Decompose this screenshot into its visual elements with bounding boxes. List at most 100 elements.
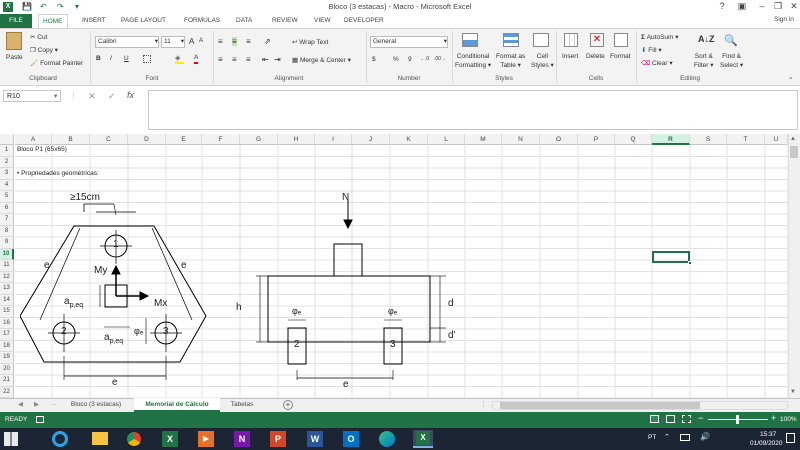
- clock-date[interactable]: 01/09/2020: [750, 440, 783, 447]
- row-header-3[interactable]: 3: [0, 168, 14, 180]
- tab-data[interactable]: DATA: [232, 14, 256, 28]
- zoom-level[interactable]: 100%: [780, 416, 797, 423]
- scroll-down-icon[interactable]: ▼: [790, 389, 796, 395]
- row-header-2[interactable]: 2: [0, 156, 14, 168]
- column-header-p[interactable]: P: [578, 134, 615, 145]
- font-color-button[interactable]: A: [194, 54, 199, 64]
- row-header-19[interactable]: 19: [0, 352, 14, 364]
- column-header-u[interactable]: U: [765, 134, 788, 145]
- language-indicator[interactable]: PT: [648, 434, 656, 441]
- close-button[interactable]: ✕: [784, 1, 800, 12]
- percent-button[interactable]: %: [393, 56, 399, 63]
- tab-developer[interactable]: DEVELOPER: [340, 14, 388, 28]
- pile-cap-plan-drawing[interactable]: [20, 190, 220, 390]
- normal-view-icon[interactable]: [650, 415, 659, 423]
- row-header-14[interactable]: 14: [0, 294, 14, 306]
- sheet-tab-bloco[interactable]: Bloco (3 estacas): [60, 398, 132, 412]
- column-header-n[interactable]: N: [502, 134, 540, 145]
- tab-insert[interactable]: INSERT: [78, 14, 110, 28]
- insert-cells-button[interactable]: Insert: [562, 53, 578, 60]
- orientation-icon[interactable]: ⇗: [264, 37, 271, 46]
- media-player-icon[interactable]: ▶: [198, 431, 214, 447]
- tray-chevron-icon[interactable]: ⌃: [664, 433, 670, 441]
- start-button-icon[interactable]: [4, 432, 18, 446]
- page-break-view-icon[interactable]: [682, 415, 691, 423]
- sort-filter-icon[interactable]: A↓Z: [698, 34, 715, 44]
- comma-button[interactable]: 9: [408, 56, 412, 63]
- column-header-g[interactable]: G: [240, 134, 278, 145]
- column-header-c[interactable]: C: [90, 134, 128, 145]
- column-header-h[interactable]: H: [278, 134, 315, 145]
- zoom-slider-thumb[interactable]: [736, 415, 739, 424]
- chrome-icon[interactable]: [126, 431, 142, 447]
- cell-a1[interactable]: Bloco P1 (65x65): [17, 146, 67, 153]
- delete-cells-icon[interactable]: ✕: [590, 33, 604, 47]
- sheet-tab-tabelas[interactable]: Tabelas: [222, 398, 262, 412]
- column-header-b[interactable]: B: [52, 134, 90, 145]
- excel-taskbar-icon[interactable]: X: [162, 431, 178, 447]
- vertical-scroll-thumb[interactable]: [790, 146, 798, 158]
- ribbon-options-icon[interactable]: ▣: [732, 1, 752, 12]
- pile-cap-section-drawing[interactable]: [240, 190, 470, 390]
- file-explorer-icon[interactable]: [92, 432, 108, 445]
- column-header-t[interactable]: T: [727, 134, 765, 145]
- word-icon[interactable]: W: [307, 431, 323, 447]
- tab-view[interactable]: VIEW: [310, 14, 335, 28]
- grow-font-button[interactable]: A: [189, 37, 194, 46]
- column-header-r[interactable]: R: [652, 134, 690, 145]
- column-header-j[interactable]: J: [352, 134, 390, 145]
- cell-styles-icon[interactable]: [533, 33, 549, 47]
- name-box-dropdown-icon[interactable]: ▾: [54, 92, 57, 100]
- format-cells-button[interactable]: Format: [610, 53, 631, 60]
- fill-color-icon[interactable]: ◈: [175, 55, 184, 64]
- column-header-l[interactable]: L: [428, 134, 465, 145]
- increase-indent-icon[interactable]: ⇥: [274, 55, 281, 64]
- find-select-icon[interactable]: 🔍: [724, 34, 738, 47]
- merge-center-button[interactable]: ▦ Merge & Center ▾: [292, 56, 351, 64]
- row-header-5[interactable]: 5: [0, 191, 14, 203]
- sign-in-link[interactable]: Sign in: [774, 16, 794, 23]
- font-name-select[interactable]: Calibri ▾: [95, 36, 159, 48]
- paste-button[interactable]: Paste: [6, 54, 23, 61]
- tab-review[interactable]: REVIEW: [268, 14, 302, 28]
- row-header-1[interactable]: 1: [0, 145, 14, 157]
- column-header-s[interactable]: S: [690, 134, 727, 145]
- edge-icon[interactable]: [379, 431, 395, 447]
- row-header-15[interactable]: 15: [0, 306, 14, 318]
- fill-handle[interactable]: [688, 261, 692, 265]
- align-top-icon[interactable]: ≡: [218, 37, 223, 46]
- row-header-21[interactable]: 21: [0, 375, 14, 387]
- column-header-q[interactable]: Q: [615, 134, 652, 145]
- cancel-entry-button[interactable]: ✕: [88, 91, 96, 102]
- tab-home[interactable]: HOME: [38, 14, 68, 28]
- decrease-decimal-icon[interactable]: .00→: [434, 56, 446, 62]
- column-header-k[interactable]: K: [390, 134, 428, 145]
- font-size-select[interactable]: 11 ▾: [161, 36, 185, 48]
- row-header-16[interactable]: 16: [0, 317, 14, 329]
- delete-cells-button[interactable]: Delete: [586, 53, 605, 60]
- row-header-11[interactable]: 11: [0, 260, 14, 272]
- horizontal-scroll-thumb[interactable]: [500, 402, 700, 409]
- format-as-table-button[interactable]: Format as Table ▾: [496, 52, 525, 70]
- sheet-tab-memorial[interactable]: Memorial de Cálculo: [134, 398, 220, 412]
- wrap-text-button[interactable]: ↩ Wrap Text: [292, 38, 328, 46]
- cell-styles-button[interactable]: Cell Styles ▾: [531, 52, 554, 70]
- sheet-more-icon[interactable]: …: [50, 400, 57, 407]
- copy-button[interactable]: ❐ Copy ▾: [30, 46, 58, 54]
- column-header-o[interactable]: O: [540, 134, 578, 145]
- increase-decimal-icon[interactable]: ←.0: [420, 56, 429, 62]
- zoom-out-button[interactable]: −: [698, 413, 703, 423]
- ie-icon[interactable]: [52, 431, 68, 447]
- italic-button[interactable]: I: [110, 55, 112, 62]
- align-center-icon[interactable]: ≡: [232, 55, 237, 64]
- paste-icon[interactable]: [6, 32, 22, 50]
- add-sheet-button[interactable]: +: [283, 400, 293, 410]
- tab-formulas[interactable]: FORMULAS: [180, 14, 224, 28]
- row-header-22[interactable]: 22: [0, 386, 14, 398]
- decrease-indent-icon[interactable]: ⇤: [262, 55, 269, 64]
- row-header-8[interactable]: 8: [0, 225, 14, 237]
- row-header-20[interactable]: 20: [0, 363, 14, 375]
- currency-button[interactable]: $: [372, 56, 376, 63]
- fill-button[interactable]: ⬇ Fill ▾: [641, 46, 662, 54]
- cell-a3[interactable]: • Propriedades geométricas:: [17, 170, 99, 177]
